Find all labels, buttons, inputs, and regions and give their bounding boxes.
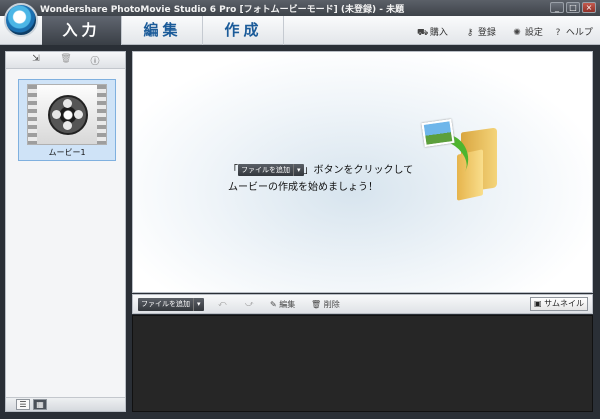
- help-label: ヘルプ: [565, 28, 593, 38]
- delete-button[interactable]: 🗑 削除: [311, 299, 340, 310]
- add-file-label: ファイルを追加: [141, 300, 190, 308]
- rotate-left-icon[interactable]: ⤺: [218, 299, 227, 309]
- hint-bracket-open: 「: [228, 165, 238, 176]
- trash-icon: 🗑: [311, 300, 322, 309]
- help-icon: ?: [555, 28, 561, 38]
- delete-label: 削除: [323, 300, 340, 309]
- edit-button[interactable]: ✎ 編集: [270, 299, 295, 310]
- photo-icon: [421, 119, 455, 147]
- media-toolbar: ⇲ 🗑 ⓘ: [6, 52, 125, 69]
- rotate-right-icon[interactable]: ⤻: [245, 299, 254, 309]
- tab-create[interactable]: 作成: [204, 16, 284, 45]
- buy-label: 購入: [429, 28, 448, 38]
- register-label: 登録: [477, 28, 496, 38]
- preview-area: 「ファイルを追加 ▾ 」ボタンをクリックして ムービーの作成を始めましょう！: [132, 51, 593, 293]
- buy-link[interactable]: ⛟ 購入: [417, 25, 448, 39]
- main-nav: 入力 編集 作成 ⛟ 購入 ⚷ 登録 ✺ 設定 ? ヘルプ: [0, 16, 600, 45]
- settings-label: 設定: [524, 28, 543, 38]
- key-icon: ⚷: [466, 28, 474, 38]
- import-icon[interactable]: ⇲: [29, 54, 43, 66]
- dropdown-arrow-icon: ▾: [293, 164, 301, 176]
- dropdown-arrow-icon: ▾: [193, 298, 201, 311]
- thumbnail-button[interactable]: ▣ サムネイル: [530, 297, 588, 311]
- register-link[interactable]: ⚷ 登録: [465, 25, 496, 38]
- trash-icon[interactable]: 🗑: [59, 54, 73, 66]
- tab-input[interactable]: 入力: [42, 16, 122, 45]
- pencil-icon: ✎: [270, 300, 277, 309]
- info-icon[interactable]: ⓘ: [88, 54, 102, 67]
- view-switcher: ☰ ▦: [6, 397, 125, 411]
- hint-line2: ムービーの作成を始めましょう！: [228, 182, 378, 193]
- grid-view-button[interactable]: ▦: [33, 399, 47, 410]
- media-item[interactable]: ムービー1: [18, 79, 116, 161]
- thumbnail-icon: ▣: [534, 299, 542, 308]
- media-panel: ⇲ 🗑 ⓘ ムービー1 ☰ ▦: [5, 51, 126, 412]
- film-reel-icon: [48, 95, 88, 135]
- minimize-button[interactable]: _: [550, 2, 564, 13]
- app-logo[interactable]: [4, 3, 38, 37]
- close-button[interactable]: ×: [582, 2, 596, 13]
- timeline-area[interactable]: [132, 315, 593, 412]
- help-link[interactable]: ? ヘルプ: [553, 25, 593, 38]
- window-title: Wondershare PhotoMovie Studio 6 Pro [フォト…: [40, 5, 405, 15]
- list-view-button[interactable]: ☰: [16, 399, 30, 410]
- maximize-button[interactable]: □: [566, 2, 580, 13]
- hint-line1: 」ボタンをクリックして: [303, 165, 414, 176]
- edit-label: 編集: [279, 300, 296, 309]
- media-item-label: ムービー1: [48, 148, 86, 157]
- timeline-toolbar: ファイルを追加 ▾ ⤺ ⤻ ✎ 編集 🗑 削除 ▣ サムネイル: [132, 294, 593, 314]
- gear-icon: ✺: [513, 28, 521, 38]
- film-thumbnail: [27, 84, 107, 145]
- empty-hint: 「ファイルを追加 ▾ 」ボタンをクリックして ムービーの作成を始めましょう！: [228, 162, 413, 196]
- settings-link[interactable]: ✺ 設定: [512, 25, 543, 38]
- hint-add-file-button[interactable]: ファイルを追加 ▾: [238, 164, 304, 176]
- thumbnail-label: サムネイル: [544, 299, 584, 308]
- add-file-button[interactable]: ファイルを追加 ▾: [138, 298, 204, 311]
- tab-edit[interactable]: 編集: [123, 16, 203, 45]
- cart-icon: ⛟: [417, 28, 429, 38]
- title-bar: Wondershare PhotoMovie Studio 6 Pro [フォト…: [0, 0, 600, 16]
